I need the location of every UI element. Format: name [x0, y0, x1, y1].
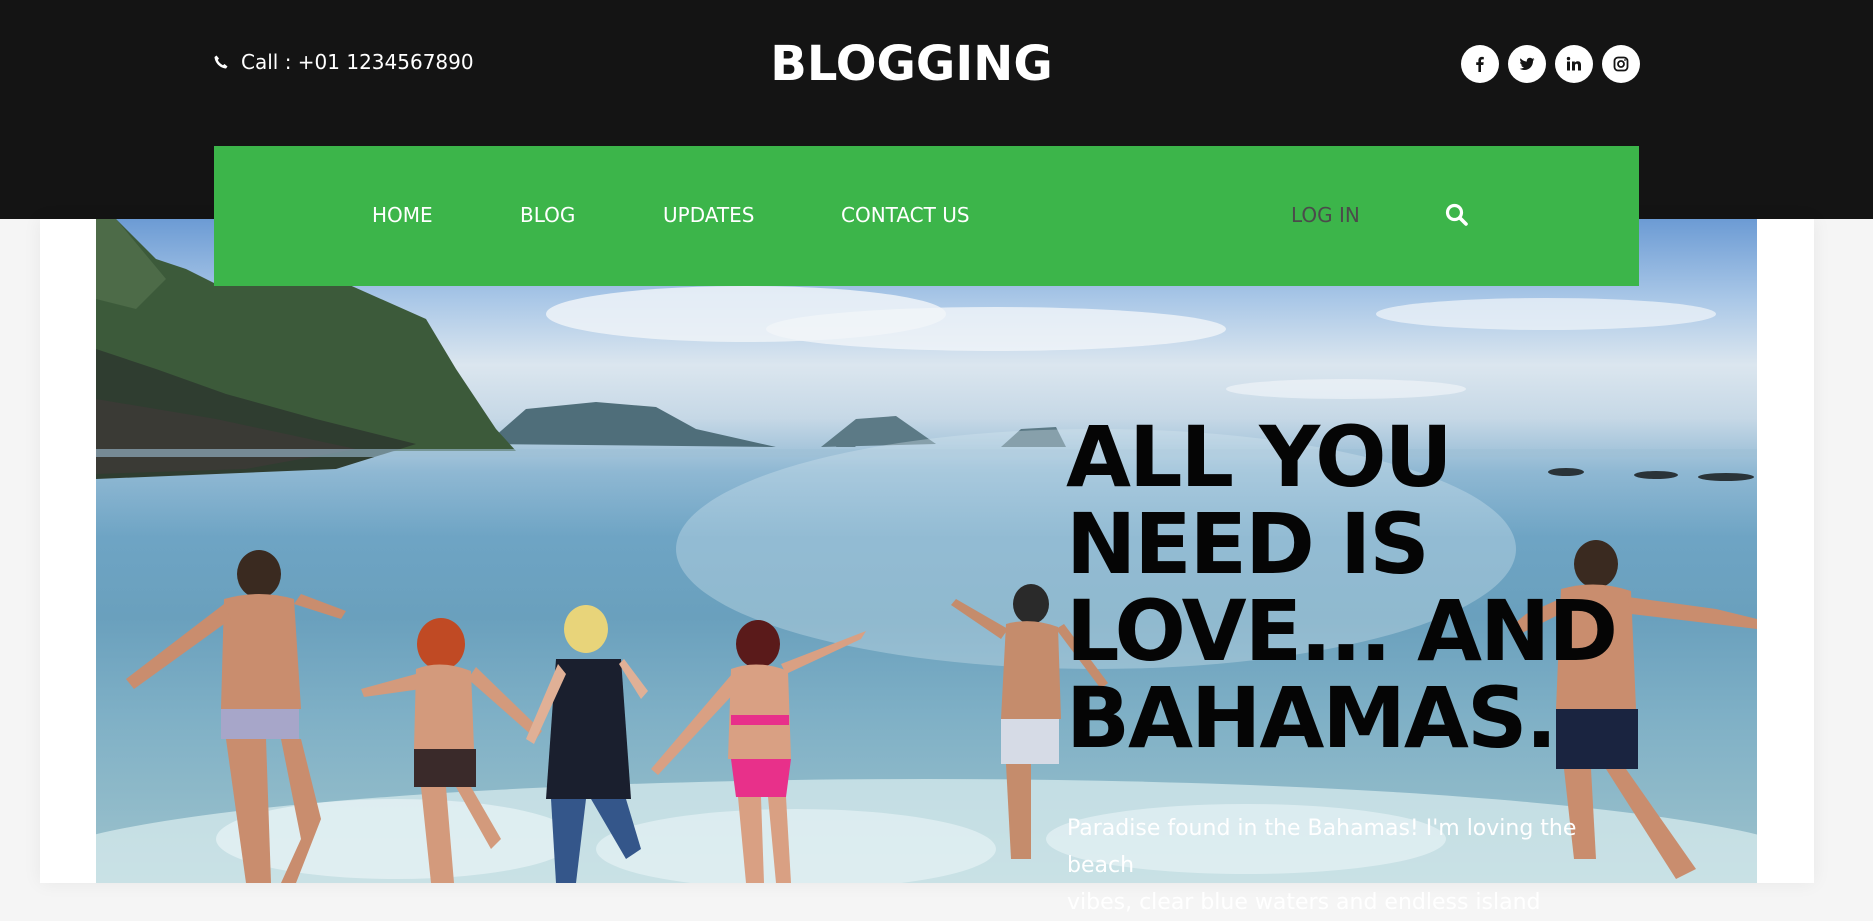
lead-line: Paradise found in the Bahamas! I'm lovin…	[1067, 816, 1577, 878]
twitter-icon[interactable]	[1508, 45, 1546, 83]
lead-line: vibes, clear blue waters and endless isl…	[1067, 890, 1541, 915]
nav-item-blog[interactable]: BLOG	[520, 203, 575, 227]
headline-line: LOVE... AND	[1066, 582, 1618, 680]
headline-line: ALL YOU	[1066, 408, 1453, 506]
social-links	[1461, 45, 1640, 83]
nav-item-home[interactable]: HOME	[372, 203, 433, 227]
nav-item-contact-us[interactable]: CONTACT US	[841, 203, 970, 227]
headline-line: BAHAMAS.	[1066, 669, 1557, 767]
headline-line: NEED IS	[1066, 495, 1430, 593]
linkedin-icon[interactable]	[1555, 45, 1593, 83]
hero-lead-text: Paradise found in the Bahamas! I'm lovin…	[1067, 810, 1647, 921]
hero-headline: ALL YOU NEED IS LOVE... AND BAHAMAS.	[1066, 414, 1626, 762]
main-navigation: HOME BLOG UPDATES CONTACT US LOG IN	[214, 146, 1639, 286]
facebook-icon[interactable]	[1461, 45, 1499, 83]
nav-item-updates[interactable]: UPDATES	[663, 203, 754, 227]
login-link[interactable]: LOG IN	[1291, 203, 1360, 227]
logo-text: BLOGGING	[770, 36, 1053, 92]
instagram-icon[interactable]	[1602, 45, 1640, 83]
search-icon[interactable]	[1444, 202, 1470, 228]
